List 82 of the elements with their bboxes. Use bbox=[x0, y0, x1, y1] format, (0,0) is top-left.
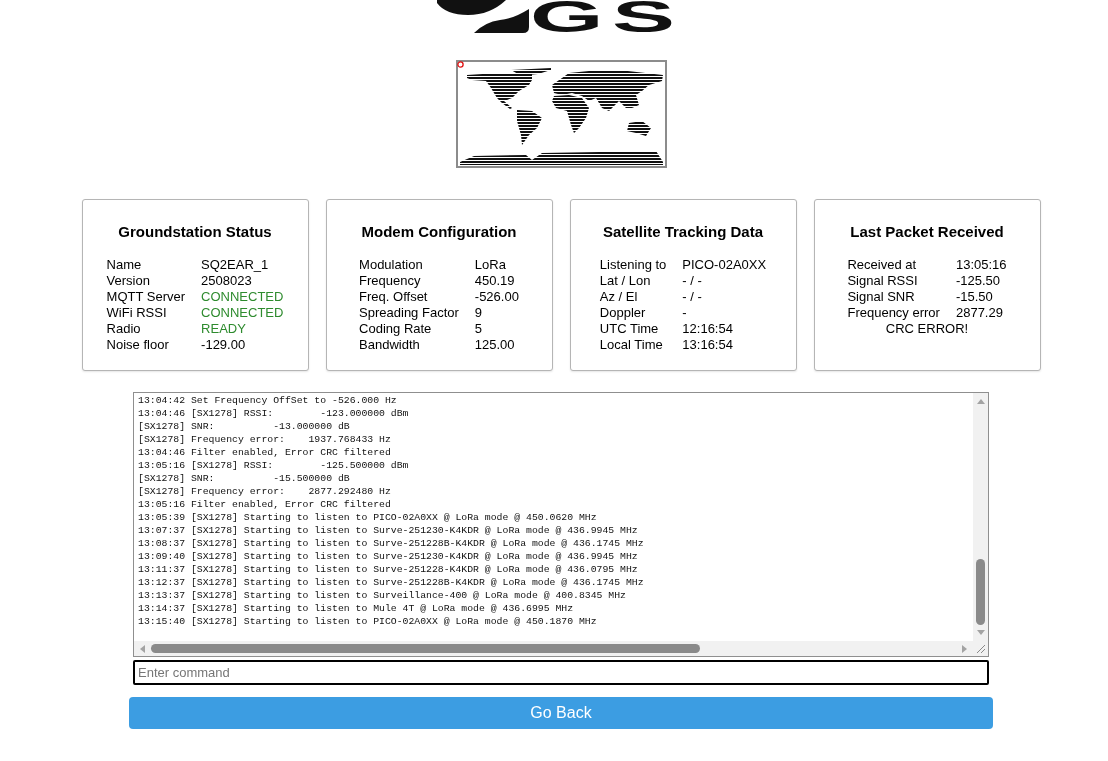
field-label: Local Time bbox=[599, 337, 664, 353]
logo-mark-icon bbox=[437, 0, 530, 34]
log-line: 13:05:16 Filter enabled, Error CRC filtered bbox=[138, 498, 391, 511]
status-value: CONNECTED bbox=[201, 305, 284, 321]
field-label: Listening to bbox=[599, 257, 667, 273]
field-label: Noise floor bbox=[106, 337, 170, 353]
field-label: UTC Time bbox=[599, 321, 660, 337]
card-title: Satellite Tracking Data bbox=[602, 223, 764, 241]
field-label: WiFi RSSI bbox=[106, 305, 168, 321]
scrollbar-thumb[interactable] bbox=[151, 644, 700, 653]
field-label: Radio bbox=[106, 321, 142, 337]
card-title: Last Packet Received bbox=[850, 223, 1004, 241]
marker-icon bbox=[456, 61, 464, 68]
field-value: 9 bbox=[474, 305, 484, 321]
log-line: 13:14:37 [SX1278] Starting to listen to Mule 4T @ LoRa mode @ 436.6995 MHz bbox=[138, 602, 574, 615]
card-title: Modem Configuration bbox=[361, 223, 517, 241]
field-label: Frequency bbox=[359, 273, 422, 289]
right-arrow-icon[interactable] bbox=[962, 644, 967, 653]
field-value: - bbox=[682, 305, 688, 321]
log-line: 13:15:40 [SX1278] Starting to listen to PICO-02A0XX @ LoRa mode @ 450.1870 MHz bbox=[138, 615, 597, 628]
field-value: SQ2EAR_1 bbox=[201, 257, 270, 273]
log-line: 13:05:16 [SX1278] RSSI: -125.500000 dBm bbox=[138, 459, 409, 472]
up-arrow-icon[interactable] bbox=[976, 399, 985, 404]
log-line: [SX1278] SNR: -13.000000 dB bbox=[138, 420, 350, 433]
field-value: -125.50 bbox=[955, 273, 1002, 289]
field-value: 2877.29 bbox=[955, 305, 1004, 321]
field-label: Lat / Lon bbox=[599, 273, 652, 289]
field-value: 2508023 bbox=[201, 273, 253, 289]
field-label: Received at bbox=[847, 257, 918, 273]
field-label: Signal RSSI bbox=[847, 273, 919, 289]
log-line: 13:13:37 [SX1278] Starting to listen to Surveillance-400 @ LoRa mode @ 400.8345 MHz bbox=[138, 589, 626, 602]
field-value: -526.00 bbox=[474, 289, 519, 305]
field-label: Spreading Factor bbox=[359, 305, 459, 321]
log-line: 13:04:46 Filter enabled, Error CRC filtered bbox=[138, 446, 391, 459]
log-line: 13:04:42 Set Frequency OffSet to -526.000 Hz bbox=[138, 394, 397, 407]
field-label: Modulation bbox=[359, 257, 424, 273]
field-value: LoRa bbox=[474, 257, 507, 273]
field-label: Name bbox=[106, 257, 143, 273]
log-line: 13:12:37 [SX1278] Starting to listen to Surve-251228B-K4KDR @ LoRa mode @ 436.1745 MHz bbox=[138, 576, 644, 589]
log-line: 13:11:37 [SX1278] Starting to listen to Surve-251228-K4KDR @ LoRa mode @ 436.0795 MHz bbox=[138, 563, 638, 576]
field-label: Freq. Offset bbox=[359, 289, 429, 305]
field-value: 12:16:54 bbox=[682, 321, 734, 337]
field-value: - / - bbox=[682, 273, 703, 289]
log-line: 13:09:40 [SX1278] Starting to listen to Surve-251230-K4KDR @ LoRa mode @ 436.9945 MHz bbox=[138, 550, 638, 563]
logo-text: GS bbox=[530, 0, 684, 34]
field-label: Version bbox=[106, 273, 151, 289]
field-value: - / - bbox=[682, 289, 703, 305]
go-back-button[interactable]: Go Back bbox=[129, 697, 993, 729]
vertical-scrollbar[interactable] bbox=[973, 393, 988, 641]
log-line: 13:08:37 [SX1278] Starting to listen to Surve-251228B-K4KDR @ LoRa mode @ 436.1745 MHz bbox=[138, 537, 644, 550]
status-value: READY bbox=[201, 321, 247, 337]
log-line: 13:05:39 [SX1278] Starting to listen to PICO-02A0XX @ LoRa mode @ 450.0620 MHz bbox=[138, 511, 597, 524]
error-message: CRC ERROR! bbox=[885, 321, 969, 337]
field-label: Bandwidth bbox=[359, 337, 421, 353]
scrollbar-thumb[interactable] bbox=[976, 559, 985, 625]
resize-grip-icon[interactable] bbox=[976, 644, 986, 654]
log-line: [SX1278] SNR: -15.500000 dB bbox=[138, 472, 350, 485]
field-label: Az / El bbox=[599, 289, 639, 305]
command-input[interactable]: Enter command bbox=[133, 660, 989, 685]
log-line: [SX1278] Frequency error: 2877.292480 Hz bbox=[138, 485, 391, 498]
field-label: Frequency error bbox=[847, 305, 940, 321]
log-line: [SX1278] Frequency error: 1937.768433 Hz bbox=[138, 433, 391, 446]
field-label: Signal SNR bbox=[847, 289, 916, 305]
field-value: 125.00 bbox=[474, 337, 516, 353]
down-arrow-icon[interactable] bbox=[976, 630, 985, 635]
status-value: CONNECTED bbox=[201, 289, 284, 305]
card-title: Groundstation Status bbox=[118, 223, 272, 241]
console-log[interactable] bbox=[133, 392, 989, 657]
field-value: 450.19 bbox=[474, 273, 516, 289]
left-arrow-icon[interactable] bbox=[140, 644, 145, 653]
field-value: 13:05:16 bbox=[955, 257, 1007, 273]
field-value: 5 bbox=[474, 321, 484, 337]
field-label: Doppler bbox=[599, 305, 647, 321]
horizontal-scrollbar[interactable] bbox=[134, 641, 973, 656]
field-value: -15.50 bbox=[955, 289, 994, 305]
field-value: PICO-02A0XX bbox=[682, 257, 767, 273]
field-label: Coding Rate bbox=[359, 321, 433, 337]
field-value: -129.00 bbox=[201, 337, 247, 353]
log-line: 13:04:46 [SX1278] RSSI: -123.000000 dBm bbox=[138, 407, 409, 420]
field-label: MQTT Server bbox=[106, 289, 186, 305]
log-line: 13:07:37 [SX1278] Starting to listen to Surve-251230-K4KDR @ LoRa mode @ 436.9945 MHz bbox=[138, 524, 638, 537]
field-value: 13:16:54 bbox=[682, 337, 734, 353]
